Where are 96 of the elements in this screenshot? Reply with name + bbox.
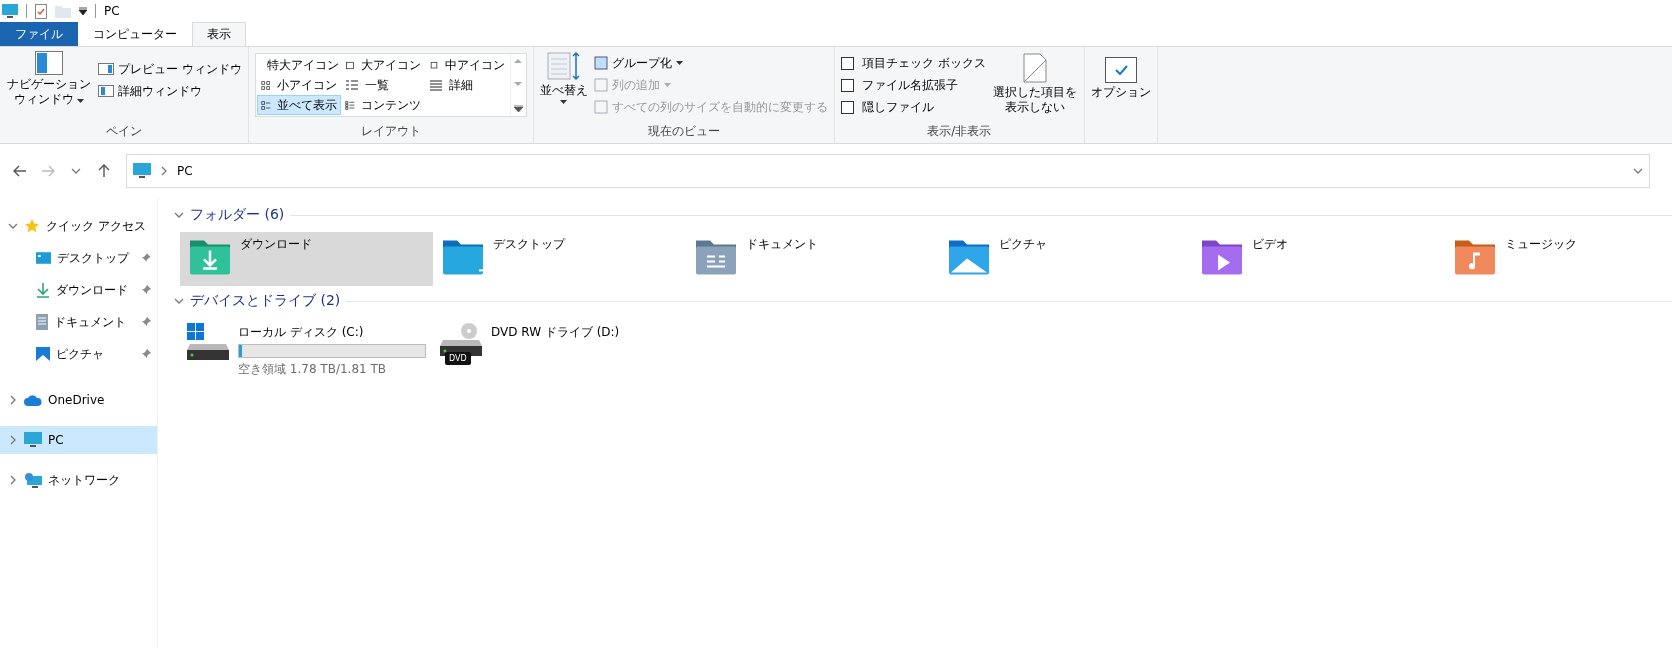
download-icon — [36, 282, 50, 298]
group-title: 現在のビュー — [646, 123, 721, 140]
columns-icon — [593, 78, 608, 92]
layout-option[interactable]: コンテンツ — [340, 95, 425, 115]
sidebar-item[interactable]: ドキュメント — [0, 308, 157, 336]
sort-icon — [546, 51, 581, 81]
free-space: 空き領域 1.78 TB/1.81 TB — [238, 361, 388, 378]
pane-icon — [98, 63, 114, 75]
caret-icon — [675, 61, 683, 65]
resize-columns-icon — [593, 100, 608, 114]
folder-tile[interactable]: ミュージック — [1445, 232, 1672, 286]
document-icon — [36, 314, 48, 330]
network-icon — [24, 472, 42, 488]
monitor-icon — [2, 4, 18, 18]
window-title: PC — [104, 4, 120, 18]
layout-icon — [260, 98, 271, 112]
dropdown-icon[interactable] — [79, 7, 87, 15]
properties-icon[interactable] — [35, 3, 47, 19]
layout-icon — [260, 78, 271, 92]
pane-button[interactable]: 詳細ウィンドウ — [98, 81, 242, 101]
monitor-icon — [24, 432, 42, 448]
layout-option[interactable]: 中アイコン — [424, 55, 509, 75]
section-header[interactable]: デバイスとドライブ (2) — [174, 290, 1672, 312]
sidebar-item[interactable]: PC — [0, 426, 157, 454]
folder-tile[interactable]: ダウンロード — [180, 232, 433, 286]
layout-option[interactable]: 特大アイコン — [256, 55, 341, 75]
group-icon — [593, 56, 608, 70]
sidebar-item[interactable]: デスクトップ — [0, 244, 157, 272]
up-icon[interactable] — [98, 164, 110, 178]
folder-tile[interactable]: ビデオ — [1192, 232, 1445, 286]
hard-drive-icon — [186, 322, 230, 362]
desktop-icon — [36, 252, 52, 264]
collapse-chevron-icon[interactable] — [174, 296, 184, 306]
drive-name: DVD RW ドライブ (D:) — [491, 324, 620, 341]
view-button[interactable]: グループ化 — [593, 53, 828, 73]
address-path[interactable]: PC — [177, 164, 193, 178]
layout-icon — [344, 78, 359, 92]
layout-option[interactable]: 大アイコン — [340, 55, 425, 75]
sidebar-item[interactable]: ダウンロード — [0, 276, 157, 304]
group-title: ペイン — [104, 123, 143, 140]
folder-tile[interactable]: ドキュメント — [686, 232, 939, 286]
navigation-pane-icon — [35, 51, 63, 75]
scroll-down-icon[interactable] — [514, 81, 523, 87]
layout-icon — [344, 98, 355, 112]
checkbox-box[interactable] — [840, 100, 854, 114]
breadcrumb-chevron-icon[interactable] — [159, 166, 169, 176]
cloud-icon — [24, 394, 42, 406]
scroll-up-icon[interactable] — [514, 58, 523, 63]
sidebar-item[interactable]: OneDrive — [0, 386, 157, 414]
layout-option[interactable]: 小アイコン — [256, 75, 341, 95]
expand-chevron-icon[interactable] — [8, 475, 18, 485]
section-header[interactable]: フォルダー (6) — [174, 204, 1672, 226]
layout-option[interactable]: 並べて表示 — [256, 95, 341, 115]
caret-icon — [663, 83, 671, 87]
group-title: 表示/非表示 — [926, 123, 993, 140]
group-title: レイアウト — [359, 123, 422, 140]
hidden-page-icon — [1022, 53, 1047, 83]
folder-tile[interactable]: デスクトップ — [433, 232, 686, 286]
back-icon[interactable] — [13, 165, 27, 177]
checkbox[interactable]: 項目チェック ボックス — [840, 53, 986, 73]
collapse-chevron-icon[interactable] — [174, 210, 184, 220]
pane-icon — [98, 85, 114, 97]
layout-icon — [428, 78, 443, 92]
sidebar-item[interactable]: ピクチャ — [0, 340, 157, 368]
expand-chevron-icon[interactable] — [8, 221, 18, 231]
options-button[interactable]: オプション — [1090, 51, 1151, 143]
dvd-drive-icon — [439, 322, 483, 356]
checkbox[interactable]: 隠しファイル — [840, 97, 986, 117]
layout-option[interactable]: 一覧 — [340, 75, 425, 95]
checkbox[interactable]: ファイル名拡張子 — [840, 75, 986, 95]
caret-icon — [560, 100, 568, 104]
expand-chevron-icon[interactable] — [8, 395, 18, 405]
ribbon-tab[interactable]: 表示 — [192, 22, 246, 46]
pane-button[interactable]: プレビュー ウィンドウ — [98, 59, 242, 79]
sidebar-item[interactable]: クイック アクセス — [0, 212, 157, 240]
monitor-icon — [133, 163, 151, 179]
star-icon — [24, 218, 40, 234]
address-bar[interactable]: PC — [126, 154, 1650, 188]
folder-tile[interactable]: ピクチャ — [939, 232, 1192, 286]
sort-button[interactable]: 並べ替え — [539, 51, 588, 123]
hide-selected-button[interactable]: 選択した項目を表示しない — [991, 51, 1078, 123]
expand-icon[interactable] — [513, 105, 523, 112]
layout-option[interactable]: 詳細 — [424, 75, 509, 95]
dvd-badge: DVD — [445, 352, 471, 365]
expand-chevron-icon[interactable] — [8, 435, 18, 445]
checkbox-box[interactable] — [840, 78, 854, 92]
drive-tile[interactable]: ローカル ディスク (C:) 空き領域 1.78 TB/1.81 TB — [180, 318, 433, 382]
recent-locations-icon[interactable] — [71, 166, 81, 176]
navigation-pane-button[interactable]: ナビゲーションウィンドウ — [6, 51, 92, 123]
drive-tile[interactable]: DVD DVD RW ドライブ (D:) — [433, 318, 686, 382]
sidebar-item[interactable]: ネットワーク — [0, 466, 157, 494]
caret-icon — [77, 99, 84, 103]
checkbox-box[interactable] — [840, 56, 854, 70]
drive-name: ローカル ディスク (C:) — [238, 324, 365, 341]
ribbon-tab[interactable]: ファイル — [0, 22, 78, 46]
options-icon — [1104, 57, 1137, 83]
